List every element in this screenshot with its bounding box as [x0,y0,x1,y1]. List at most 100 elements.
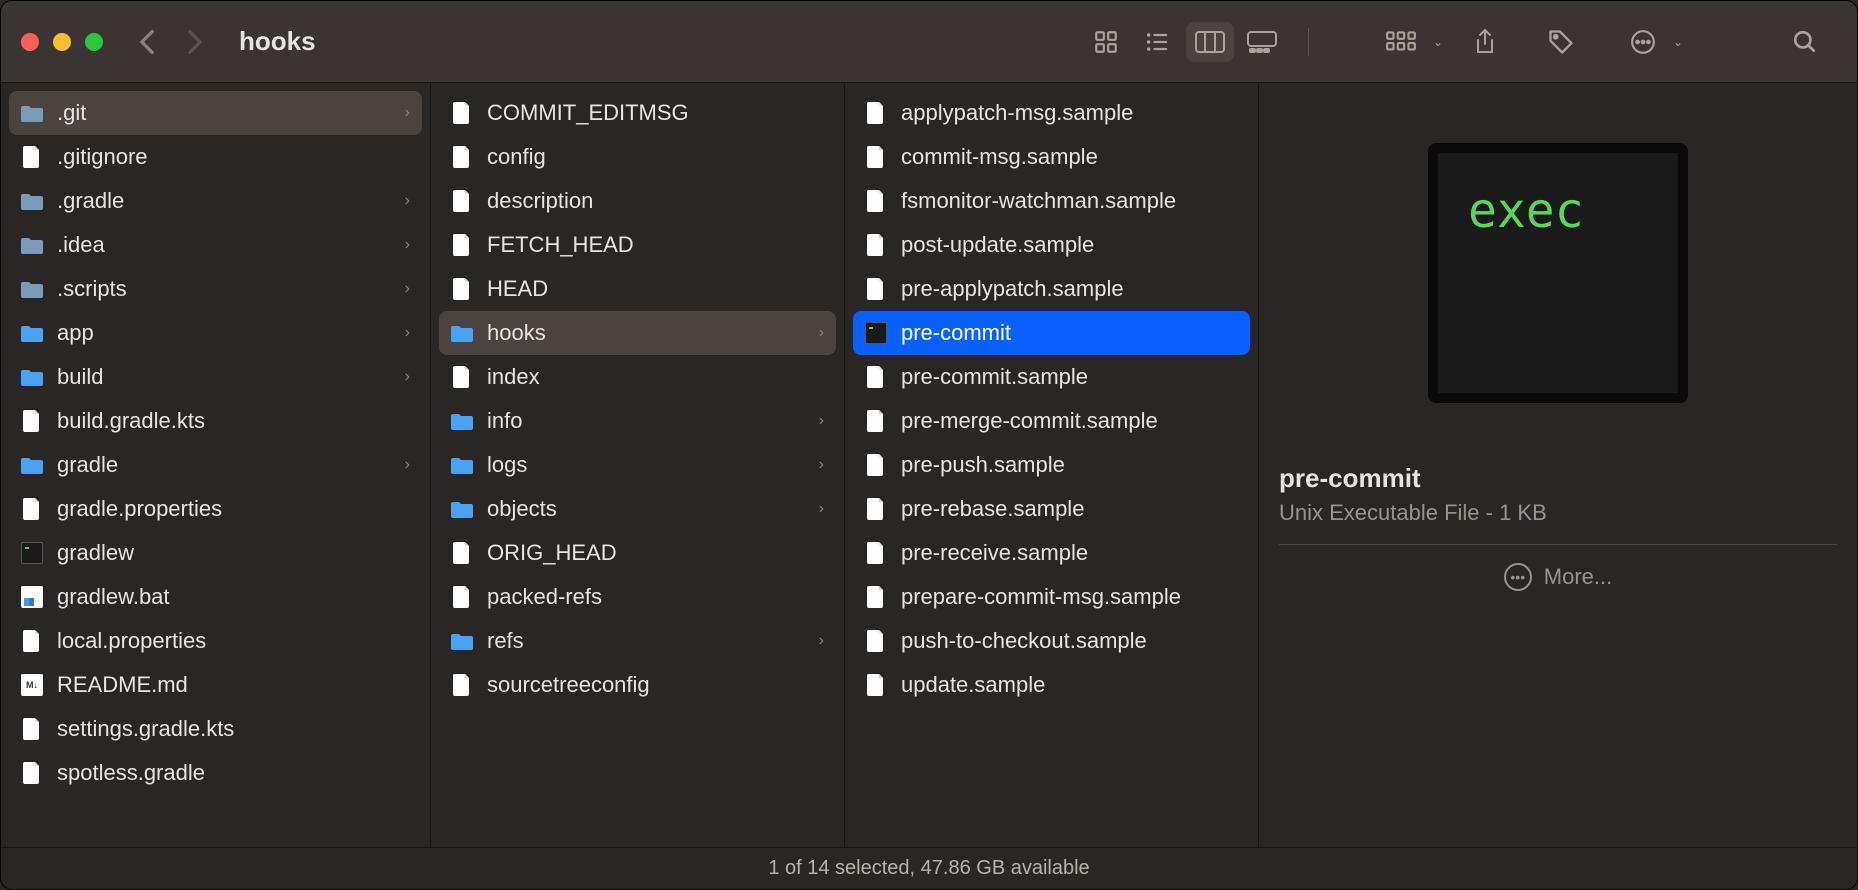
file-row[interactable]: gradle.properties [9,487,422,531]
file-icon [865,146,887,168]
file-row[interactable]: ORIG_HEAD [439,531,836,575]
file-name: spotless.gradle [57,760,410,786]
file-row[interactable]: applypatch-msg.sample [853,91,1250,135]
file-row[interactable]: pre-push.sample [853,443,1250,487]
file-row[interactable]: prepare-commit-msg.sample [853,575,1250,619]
toolbar: hooks ⌄ [1,1,1857,83]
forward-button[interactable] [183,30,207,54]
file-row[interactable]: push-to-checkout.sample [853,619,1250,663]
minimize-window-button[interactable] [53,33,71,51]
file-icon [865,674,887,696]
column-2[interactable]: COMMIT_EDITMSGconfigdescriptionFETCH_HEA… [431,83,845,847]
file-row[interactable]: commit-msg.sample [853,135,1250,179]
file-name: COMMIT_EDITMSG [487,100,824,126]
list-view-button[interactable] [1134,22,1182,62]
file-row[interactable]: build› [9,355,422,399]
file-name: logs [487,452,805,478]
file-row[interactable]: .idea› [9,223,422,267]
column-3[interactable]: applypatch-msg.sample commit-msg.samplefs… [845,83,1259,847]
file-row[interactable]: COMMIT_EDITMSG [439,91,836,135]
file-row[interactable]: config [439,135,836,179]
file-row[interactable]: description [439,179,836,223]
folder-icon [451,630,473,652]
file-name: pre-receive.sample [901,540,1238,566]
file-row[interactable]: pre-commit.sample [853,355,1250,399]
file-row[interactable]: packed-refs [439,575,836,619]
file-row[interactable]: settings.gradle.kts [9,707,422,751]
file-row[interactable]: spotless.gradle [9,751,422,795]
file-row[interactable]: fsmonitor-watchman.sample [853,179,1250,223]
column-view-button[interactable] [1186,22,1234,62]
file-name: .gradle [57,188,391,214]
file-row[interactable]: HEAD [439,267,836,311]
icon-view-button[interactable] [1082,22,1130,62]
file-row[interactable]: gradlew [9,531,422,575]
search-button[interactable] [1783,22,1827,62]
tags-button[interactable] [1539,22,1583,62]
file-icon [451,278,473,300]
file-name: post-update.sample [901,232,1238,258]
file-name: gradlew.bat [57,584,410,610]
folder-icon [21,102,43,124]
tool-group: ⌄ ⌄ [1371,22,1671,62]
preview-thumbnail[interactable]: exec [1428,143,1688,403]
file-row[interactable]: sourcetreeconfig [439,663,836,707]
file-row[interactable]: build.gradle.kts [9,399,422,443]
nav-buttons [135,30,207,54]
column-1[interactable]: .git›.gitignore.gradle›.idea›.scripts›ap… [1,83,431,847]
content-area: .git›.gitignore.gradle›.idea›.scripts›ap… [1,83,1857,847]
chevron-right-icon: › [405,324,410,342]
file-row[interactable]: pre-commit [853,311,1250,355]
file-row[interactable]: M↓README.md [9,663,422,707]
file-row[interactable]: .gitignore [9,135,422,179]
fullscreen-window-button[interactable] [85,33,103,51]
preview-pane: exec pre-commit Unix Executable File - 1… [1259,83,1857,847]
file-row[interactable]: .gradle› [9,179,422,223]
file-row[interactable]: .git› [9,91,422,135]
file-name: applypatch-msg.sample [901,100,1238,126]
more-button[interactable]: ••• More... [1504,563,1612,591]
file-row[interactable]: pre-rebase.sample [853,487,1250,531]
chevron-right-icon: › [405,456,410,474]
folder-icon [21,454,43,476]
file-row[interactable]: local.properties [9,619,422,663]
file-row[interactable]: gradlew.bat [9,575,422,619]
file-row[interactable]: post-update.sample [853,223,1250,267]
file-row[interactable]: pre-receive.sample [853,531,1250,575]
chevron-right-icon: › [819,324,824,342]
file-row[interactable]: gradle› [9,443,422,487]
share-button[interactable] [1463,22,1507,62]
file-row[interactable]: pre-applypatch.sample [853,267,1250,311]
chevron-right-icon: › [405,236,410,254]
close-window-button[interactable] [21,33,39,51]
file-row[interactable]: FETCH_HEAD [439,223,836,267]
file-name: refs [487,628,805,654]
back-button[interactable] [135,30,159,54]
file-icon [865,586,887,608]
file-name: index [487,364,824,390]
file-row[interactable]: index [439,355,836,399]
file-name: .scripts [57,276,391,302]
file-name: build [57,364,391,390]
actions-button[interactable]: ⌄ [1615,22,1671,62]
file-row[interactable]: pre-merge-commit.sample [853,399,1250,443]
file-name: build.gradle.kts [57,408,410,434]
file-icon [451,234,473,256]
folder-icon [21,190,43,212]
file-row[interactable]: refs› [439,619,836,663]
file-row[interactable]: info› [439,399,836,443]
file-row[interactable]: hooks› [439,311,836,355]
gallery-view-button[interactable] [1238,22,1286,62]
file-name: .git [57,100,391,126]
file-row[interactable]: logs› [439,443,836,487]
folder-icon [21,322,43,344]
chevron-right-icon: › [819,500,824,518]
file-row[interactable]: update.sample [853,663,1250,707]
group-by-button[interactable]: ⌄ [1371,22,1431,62]
file-row[interactable]: app› [9,311,422,355]
toolbar-separator [1308,28,1309,56]
file-name: ORIG_HEAD [487,540,824,566]
file-row[interactable]: .scripts› [9,267,422,311]
file-row[interactable]: objects› [439,487,836,531]
file-name: update.sample [901,672,1238,698]
